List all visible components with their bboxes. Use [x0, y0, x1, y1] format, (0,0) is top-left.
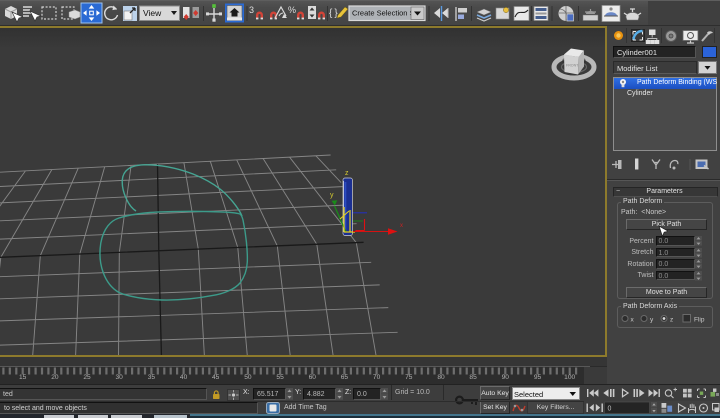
svg-text:z: z — [345, 170, 349, 177]
svg-text:z: z — [670, 317, 673, 324]
svg-text:FRONT: FRONT — [566, 64, 579, 68]
svg-text:%: % — [288, 5, 296, 15]
svg-text:View: View — [143, 8, 162, 18]
svg-text:3: 3 — [249, 5, 254, 15]
svg-text:Create Selection Se: Create Selection Se — [352, 9, 419, 18]
svg-text:Flip: Flip — [694, 317, 705, 324]
svg-text:x: x — [400, 223, 403, 229]
svg-text:y: y — [650, 317, 654, 324]
svg-text:0: 0 — [608, 405, 612, 412]
svg-text:x: x — [631, 317, 635, 324]
svg-text:y: y — [330, 192, 334, 199]
svg-text:{ }: { } — [329, 8, 338, 19]
